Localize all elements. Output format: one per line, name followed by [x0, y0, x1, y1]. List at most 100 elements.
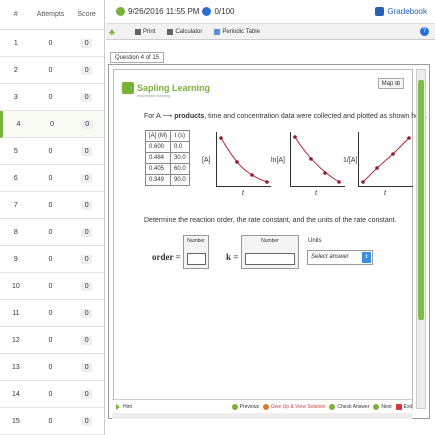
question-number: 1 [13, 39, 18, 47]
question-frame: Sapling Learning macmillan learning Map … [108, 64, 430, 419]
scrollbar-thumb[interactable] [418, 80, 424, 320]
attempts-count: 0 [48, 390, 53, 398]
triangle-right-icon [116, 403, 120, 410]
print-button[interactable]: Print [135, 28, 155, 35]
table-row[interactable]: 8 0 0 [0, 219, 104, 246]
score-cell: 0 [69, 65, 104, 75]
next-button[interactable]: Next [373, 403, 392, 410]
order-input[interactable] [187, 253, 206, 265]
table-cell: 60.0 [170, 163, 190, 175]
k-input[interactable] [245, 253, 295, 265]
score-badge: 0 [81, 92, 93, 102]
chevron-updown-icon: ⇕ [362, 252, 371, 263]
table-cell: 0.600 [145, 141, 171, 153]
question-number: 12 [11, 336, 20, 344]
periodic-table-button[interactable]: Periodic Table [214, 28, 260, 35]
vertical-scrollbar[interactable] [416, 69, 426, 409]
question-number: 10 [11, 282, 20, 290]
check-answer-label: Check Answer [337, 403, 370, 410]
table-cell: 0.484 [145, 152, 171, 164]
table-cell: 0.0 [170, 141, 190, 153]
graph2-ylabel: ln[A] [271, 157, 286, 164]
calculator-label: Calculator [175, 28, 203, 35]
question-content: Sapling Learning macmillan learning Map … [113, 69, 427, 409]
score-cell: 0 [69, 389, 104, 399]
question-number: 13 [11, 363, 20, 371]
table-row[interactable]: 3 0 0 [0, 84, 104, 111]
table-row[interactable]: 5 0 0 [0, 138, 104, 165]
map-button[interactable]: Map ⊞ [377, 78, 404, 89]
attempts-count: 0 [48, 39, 53, 47]
score-cell: 0 [69, 227, 104, 237]
table-cell: 0.349 [145, 174, 171, 186]
score-badge: 0 [81, 65, 93, 75]
clock-icon [116, 7, 125, 16]
table-row[interactable]: 6 0 0 [0, 165, 104, 192]
calculator-icon [167, 28, 174, 35]
score-cell: 0 [69, 254, 104, 264]
graph1-xlabel: t [242, 190, 244, 197]
brand-name: Sapling Learning [137, 83, 211, 93]
attempts-panel: # Attempts Score 10020030040050060070080… [0, 0, 105, 435]
question-prompt: Determine the reaction order, the rate c… [144, 217, 397, 224]
table-row[interactable]: 14 0 0 [0, 381, 104, 408]
table-row[interactable]: 2 0 0 [0, 57, 104, 84]
header-score: Score [77, 11, 96, 18]
table-row[interactable]: 9 0 0 [0, 246, 104, 273]
exit-icon [395, 403, 402, 410]
check-answer-button[interactable]: Check Answer [329, 403, 370, 410]
score-badge: 0 [81, 227, 93, 237]
graph3-curve [361, 136, 411, 184]
score-badge: 0 [81, 254, 93, 264]
calculator-button[interactable]: Calculator [167, 28, 203, 35]
score-cell: 0 [69, 92, 104, 102]
graph1-ylabel: [A] [202, 157, 211, 164]
attempts-count: 0 [48, 363, 53, 371]
question-tab[interactable]: Question 4 of 15 [110, 52, 165, 63]
score-cell: 0 [70, 119, 104, 129]
score-badge: 0 [81, 362, 93, 372]
table-row[interactable]: 12 0 0 [0, 327, 104, 354]
table-cell: 0.405 [145, 163, 171, 175]
graph2-xlabel: t [315, 190, 317, 197]
table-row[interactable]: 1 0 0 [0, 30, 104, 57]
check-icon [329, 403, 336, 410]
score-badge: 0 [81, 119, 93, 129]
horizontal-scrollbar[interactable] [112, 413, 412, 419]
question-intro: For A ⟶ products, time and concentration… [144, 112, 427, 120]
attempts-count: 0 [48, 309, 53, 317]
score-cell: 0 [69, 362, 104, 372]
question-number: 11 [12, 309, 20, 317]
concentration-table: [A] (M) t (s) 0.600 0.0 0.484 30.0 0.405 60… [145, 130, 190, 186]
reaction: A ⟶ [156, 113, 173, 120]
give-up-button[interactable]: Give Up & View Solution [263, 403, 325, 410]
k-number-box: Number [241, 235, 299, 269]
graph3-ylabel: 1/[A] [343, 157, 358, 164]
attempts-count: 0 [48, 255, 53, 263]
previous-button[interactable]: Previous [231, 403, 259, 410]
gradebook-link[interactable]: Gradebook [375, 7, 427, 16]
graph1-curve [219, 136, 269, 184]
attempts-count: 0 [48, 336, 53, 344]
score-cell: 0 [69, 173, 104, 183]
table-row[interactable]: 15 0 0 [0, 408, 104, 435]
help-icon[interactable]: ? [420, 27, 429, 36]
periodic-table-icon [214, 28, 221, 35]
table-row[interactable]: 4 0 0 [0, 111, 104, 138]
attempts-count: 0 [48, 201, 53, 209]
table-row[interactable]: 13 0 0 [0, 354, 104, 381]
score-cell: 0 [69, 281, 104, 291]
bottom-bar: Hint Previous Give Up & View Solution Ch… [112, 399, 412, 413]
print-icon [135, 28, 141, 35]
units-select[interactable]: Select answer ⇕ [307, 250, 373, 265]
units-placeholder: Select answer [311, 254, 349, 260]
table-row[interactable]: 7 0 0 [0, 192, 104, 219]
sapling-leaf-icon: ♣ [109, 26, 115, 37]
table-row[interactable]: 11 0 0 [0, 300, 104, 327]
top-bar: 9/26/2016 11:55 PM 0/100 Gradebook [106, 0, 435, 24]
hint-toggle[interactable]: Hint [116, 403, 132, 410]
score-cell: 0 [69, 146, 104, 156]
table-row[interactable]: 10 0 0 [0, 273, 104, 300]
table-header: [A] (M) [145, 130, 171, 142]
exit-button[interactable]: Exit [395, 403, 412, 410]
